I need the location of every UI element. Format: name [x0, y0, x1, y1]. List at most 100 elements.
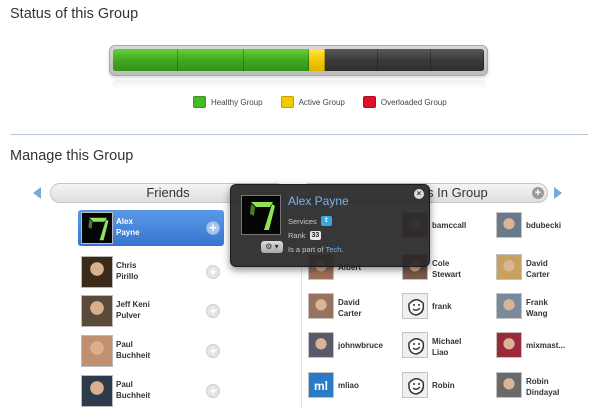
legend-swatch [362, 96, 376, 108]
friend-last-name: Pirillo [116, 272, 139, 281]
group-member-item[interactable]: Frank Wang [496, 293, 592, 325]
rank-badge: 33 [309, 231, 322, 240]
friend-detail-popup: Alex Payne Services t Rank 33 Is a part … [230, 184, 430, 267]
popup-services-row: Services t [288, 216, 332, 226]
plus-circle-icon[interactable]: + [206, 304, 220, 318]
default-face-avatar [402, 372, 428, 398]
group-member-item[interactable]: bdubecki [496, 212, 592, 244]
member-name-line1: David [338, 298, 360, 307]
member-name-line1: Frank [526, 298, 548, 307]
plus-circle-icon[interactable]: + [206, 344, 220, 358]
legend-label: Active Group [298, 97, 345, 107]
legend-item: Healthy Group [193, 96, 263, 108]
triangle-right-icon[interactable] [554, 187, 562, 199]
member-avatar [496, 254, 522, 280]
triangle-left-icon[interactable] [33, 187, 41, 199]
member-name-line2: Wang [526, 309, 548, 318]
section-divider [10, 134, 588, 135]
status-segment-empty [430, 49, 484, 71]
portrait-avatar [81, 375, 113, 407]
plus-circle-icon[interactable]: + [206, 384, 220, 398]
status-segment-healthy [113, 49, 179, 71]
friend-first-name: Paul [116, 340, 133, 349]
member-name: johnwbruce [338, 340, 404, 351]
member-name-line2: Liao [432, 348, 449, 357]
friend-list-item[interactable]: Chris Pirillo + [78, 254, 224, 290]
status-legend: Healthy Group Active Group Overloaded Grou… [193, 96, 447, 108]
friend-first-name: Jeff Keni [116, 300, 150, 309]
ml-logo-avatar: ml [308, 372, 334, 398]
member-avatar [496, 372, 522, 398]
group-member-item[interactable]: David Carter [496, 254, 592, 286]
friend-list-item[interactable]: Paul Buchheit + [78, 373, 224, 408]
portrait-avatar [81, 295, 113, 327]
member-name-line1: Robin [432, 381, 455, 390]
popup-friend-name[interactable]: Alex Payne [288, 194, 349, 208]
status-segment-empty [377, 49, 431, 71]
friend-list-item[interactable]: Jeff Keni Pulver + [78, 293, 224, 329]
digit-seven-avatar [241, 195, 281, 235]
friend-first-name: Paul [116, 380, 133, 389]
status-section-title: Status of this Group [10, 6, 139, 22]
gear-icon[interactable]: ⚙ ▾ [261, 241, 283, 253]
plus-circle-icon[interactable]: + [532, 187, 544, 199]
friend-name: Paul Buchheit [116, 339, 186, 361]
status-segment-healthy [243, 49, 310, 71]
plus-circle-icon[interactable]: + [206, 221, 220, 235]
legend-item: Overloaded Group [362, 96, 447, 108]
member-name: mliao [338, 380, 404, 391]
friend-first-name: Chris [116, 261, 137, 270]
group-member-item[interactable]: Robin Dindayal [496, 372, 592, 404]
rank-label: Rank [288, 231, 306, 240]
member-avatar [496, 293, 522, 319]
friend-list-item[interactable]: Alex Payne + [78, 210, 224, 246]
status-bar-reflection [112, 80, 486, 90]
membership-prefix: Is a part of [288, 245, 324, 254]
portrait-avatar [81, 335, 113, 367]
friend-last-name: Buchheit [116, 351, 151, 360]
popup-membership-row: Is a part of Tech. [288, 245, 343, 254]
member-name-line1: bamccall [432, 221, 467, 230]
group-member-item[interactable]: David Carter [308, 293, 404, 325]
member-name-line1: David [526, 259, 548, 268]
legend-label: Overloaded Group [380, 97, 447, 107]
member-name: Frank Wang [526, 297, 592, 319]
popup-rank-row: Rank 33 [288, 231, 322, 240]
membership-suffix: . [341, 245, 344, 254]
friend-last-name: Pulver [116, 311, 141, 320]
member-name-line1: Michael [432, 337, 462, 346]
member-name-line1: Robin [526, 377, 549, 386]
group-status-bar [109, 45, 488, 76]
legend-swatch [193, 96, 206, 108]
member-avatar [496, 332, 522, 358]
group-member-item[interactable]: Robin [402, 372, 498, 404]
group-member-item[interactable]: frank [402, 293, 498, 325]
friend-name: Alex Payne [116, 216, 186, 238]
member-name-line1: Cole [432, 259, 450, 268]
group-member-item[interactable]: johnwbruce [308, 332, 404, 364]
group-link[interactable]: Tech [325, 245, 341, 254]
member-name-line2: Carter [338, 309, 362, 318]
group-member-item[interactable]: mixmast... [496, 332, 592, 364]
member-avatar [308, 293, 334, 319]
group-member-item[interactable]: ml mliao [308, 372, 404, 404]
friend-name: Jeff Keni Pulver [116, 299, 186, 321]
group-member-item[interactable]: Michael Liao [402, 332, 498, 364]
close-icon[interactable]: × [414, 189, 424, 199]
plus-circle-icon[interactable]: + [206, 265, 220, 279]
member-name: Michael Liao [432, 336, 498, 358]
member-name: Robin Dindayal [526, 376, 592, 398]
member-name-line1: bdubecki [526, 221, 562, 230]
member-name-line1: johnwbruce [338, 341, 383, 350]
member-name: frank [432, 301, 498, 312]
twitter-icon[interactable]: t [320, 216, 332, 226]
member-name: bdubecki [526, 220, 592, 231]
member-name-line2: Stewart [432, 270, 461, 279]
status-bar-segments [113, 49, 484, 71]
member-name: David Carter [526, 258, 592, 280]
services-label: Services [288, 216, 317, 226]
friend-list-item[interactable]: Paul Buchheit + [78, 333, 224, 369]
group-header-label: s In Group [427, 185, 488, 200]
status-segment-empty [324, 49, 378, 71]
default-face-avatar [402, 293, 428, 319]
